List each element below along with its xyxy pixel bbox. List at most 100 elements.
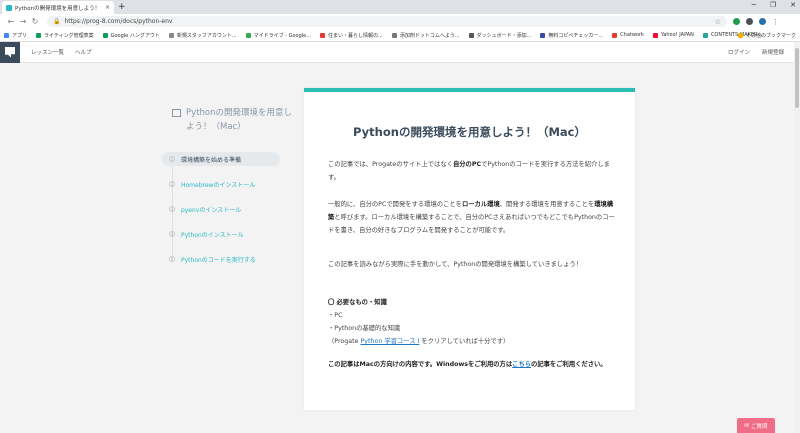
login-link[interactable]: ログイン [728,48,750,56]
python-course-link[interactable]: Python 学習コース Ⅰ [361,338,420,345]
bookmark-favicon-icon [612,32,618,38]
browser-tab[interactable]: Pythonの開発環境を用意しよう！ × [2,1,114,14]
toc-item-preparation[interactable]: 1 環境構築を始める準備 [162,152,280,166]
requirement-note: （Progate Python 学習コース Ⅰ をクリアしていれば十分です） [328,335,618,348]
forward-icon[interactable]: → [17,17,29,26]
signup-link[interactable]: 新規登録 [762,48,784,56]
toc-item-label: 環境構築を始める準備 [181,156,242,164]
mail-icon: ✉ [744,422,750,429]
toc-step-number: 1 [169,156,175,162]
profile-avatar-icon[interactable] [759,18,766,25]
bookmark-label: Google ハングアウト [110,32,160,39]
toc-item-python[interactable]: 4 Pythonのインストール [162,227,280,241]
bookmark-star-icon[interactable]: ☆ [715,18,721,26]
toc-item-pyenv[interactable]: 3 pyenvのインストール [162,202,280,216]
browser-menu-icon[interactable]: ⋮ [772,18,779,26]
bookmark-item[interactable]: 新規スタッフアカウント... [168,32,237,39]
toc-item-run-code[interactable]: 5 Pythonのコードを実行する [162,252,280,266]
requirements-heading: 〇 必要なもの・知識 [328,299,387,306]
requirement-note-text: （Progate [328,338,361,345]
bookmark-favicon-icon [540,32,546,38]
toc-step-number: 5 [169,256,175,262]
local-env-text: 一般的に、自分のPCで開発をする環境のことを [328,201,462,208]
close-window-icon[interactable]: ✕ [790,1,796,9]
question-button[interactable]: ✉ ご質問 [737,418,775,433]
article-card: Pythonの開発環境を用意しよう！（Mac） この記事では、Progateのサ… [304,88,635,410]
toc-item-label: Pythonのコードを実行する [181,256,256,264]
bookmark-item[interactable]: マイドライブ - Google... [245,32,312,39]
book-icon [172,109,181,117]
address-bar-row: ← → ↻ 🔒 https://prog-8.com/docs/python-e… [0,14,800,29]
url-input[interactable]: 🔒 https://prog-8.com/docs/python-env ☆ [47,16,727,27]
bookmark-label: Chatwork [620,32,644,38]
new-tab-button[interactable]: + [118,2,126,12]
progate-logo[interactable] [0,41,20,63]
nav-lessons-link[interactable]: レッスン一覧 [31,48,64,56]
bookmark-item[interactable]: Yahoo! JAPAN [652,32,694,38]
mac-note-text: この記事はMacの方向けの内容です。Windowsをご利用の方は [328,361,513,368]
local-env-text-3: と呼びます。ローカル環境を構築することで、自分のPCさえあればいつでもどこでもP… [328,214,615,234]
local-env-text-2: 、開発する環境を用意することを [499,201,595,208]
intro-text: この記事では、Progateのサイト上ではなく [328,161,453,168]
requirement-python-knowledge: ・Pythonの基礎的な知識 [328,325,401,332]
nav-help-link[interactable]: ヘルプ [75,48,92,56]
bookmark-label: アプリ [12,32,28,39]
tab-title: Pythonの開発環境を用意しよう！ [15,5,101,12]
windows-article-link[interactable]: こちら [512,361,531,368]
bookmark-label: ライティング管理表案 [44,32,94,39]
bookmark-favicon-icon [391,32,397,38]
requirement-note-text-end: をクリアしていれば十分です） [419,338,510,345]
reload-icon[interactable]: ↻ [29,17,41,26]
toc-title-text: Pythonの開発環境を用意しよう！（Mac） [186,108,292,132]
bookmark-item[interactable]: Google ハングアウト [102,32,160,39]
page-scrollbar[interactable] [794,42,800,433]
other-bookmarks[interactable]: その他のブックマーク [737,32,796,39]
question-button-label: ご質問 [751,423,768,430]
bookmark-label: 添加剤ドットコムへよう... [399,32,460,39]
mac-note-paragraph: この記事はMacの方向けの内容です。Windowsをご利用の方はこちらの記事をご… [328,358,618,371]
extension-shield-icon[interactable] [733,18,740,25]
mac-note-text-end: の記事をご利用ください。 [531,361,607,368]
bookmark-favicon-icon [245,32,251,38]
url-text: https://prog-8.com/docs/python-env [64,18,173,25]
toc-item-label: Pythonのインストール [181,231,244,239]
local-env-emphasis: ローカル環境 [461,201,500,208]
toc-step-number: 4 [169,231,175,237]
browser-tab-bar: Pythonの開発環境を用意しよう！ × + ─ ❐ ✕ [0,0,800,14]
requirement-pc: ・PC [328,312,343,319]
local-env-paragraph: 一般的に、自分のPCで開発をする環境のことをローカル環境、開発する環境を用意する… [328,198,618,237]
toc-item-label: pyenvのインストール [181,206,242,214]
extensions: ⋮ [733,18,779,26]
restore-icon[interactable]: ❐ [770,1,776,9]
bookmark-label: マイドライブ - Google... [253,32,312,39]
bookmark-favicon-icon [652,32,658,38]
intro-paragraph: この記事では、Progateのサイト上ではなく自分のPCでPythonのコードを… [328,158,618,184]
bookmark-label: 住まい・暮らし情報の... [328,32,383,39]
scrollbar-thumb[interactable] [795,48,799,108]
bookmark-label: ダッシュボード・添加... [476,32,532,39]
bookmark-item[interactable]: アプリ [4,32,27,39]
article-title: Pythonの開発環境を用意しよう！（Mac） [353,125,586,139]
bookmarks-bar: アプリ ライティング管理表案 Google ハングアウト 新規スタッフアカウント...… [0,29,800,42]
bookmark-favicon-icon [702,32,708,38]
toc-item-label: Homebrewのインストール [181,181,256,189]
close-tab-icon[interactable]: × [105,4,110,11]
toc-step-number: 2 [169,181,175,187]
back-icon[interactable]: ← [5,17,17,26]
progate-favicon-icon [6,4,12,11]
folder-icon [737,33,743,38]
lets-build-paragraph: この記事を読みながら実際に手を動かして、Pythonの開発環境を構築していきまし… [328,261,583,268]
extension-icon[interactable] [746,18,753,25]
minimize-icon[interactable]: ─ [752,1,756,9]
bookmark-item[interactable]: 無料コピペチェッカー... [540,32,603,39]
toc-item-homebrew[interactable]: 2 Homebrewのインストール [162,177,280,191]
bookmark-item[interactable]: 住まい・暮らし情報の... [320,32,383,39]
bookmark-favicon-icon [36,32,42,38]
bookmark-item[interactable]: 添加剤ドットコムへよう... [391,32,460,39]
bookmark-label: 新規スタッフアカウント... [176,32,237,39]
bookmark-item[interactable]: Chatwork [612,32,644,38]
bookmark-item[interactable]: ライティング管理表案 [36,32,94,39]
bookmark-item[interactable]: ダッシュボード・添加... [468,32,532,39]
progate-logo-icon [5,46,15,58]
site-header: レッスン一覧 ヘルプ ログイン 新規登録 [0,41,794,63]
